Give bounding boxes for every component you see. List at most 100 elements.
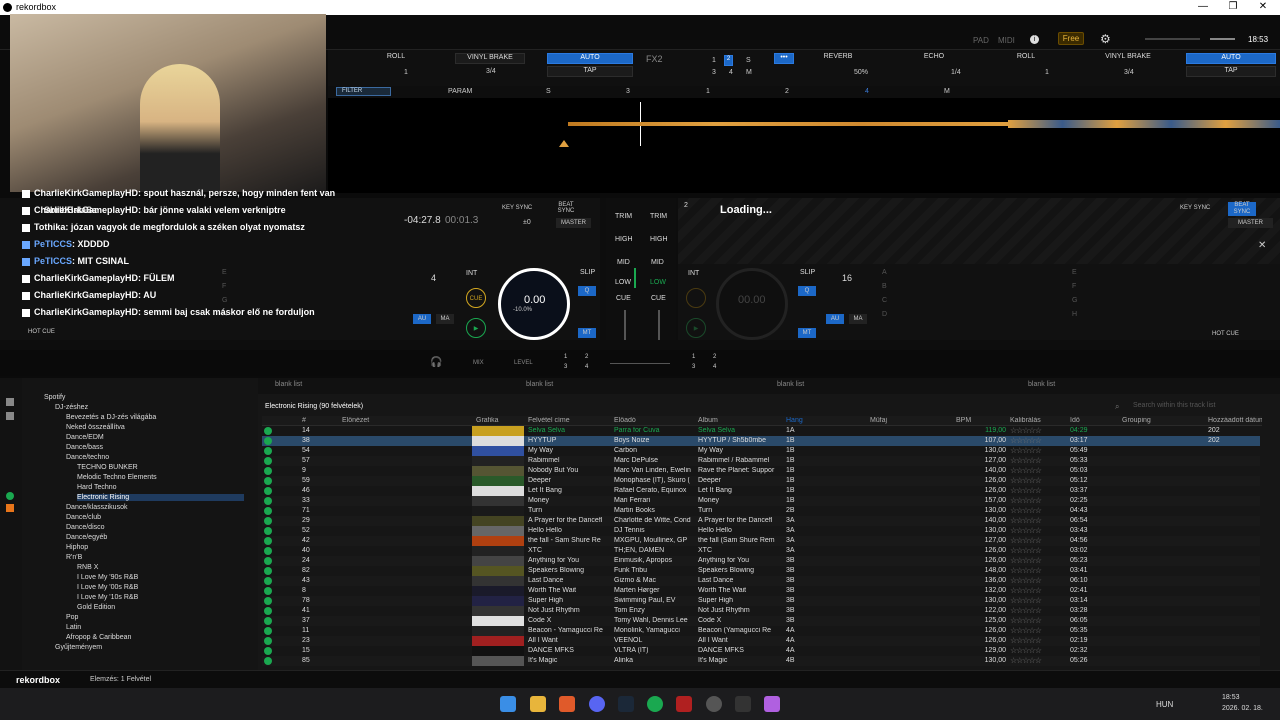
- discord-icon[interactable]: [589, 696, 605, 712]
- table-row[interactable]: 46 Let It Bang Rafael Cerato, Equinox Let I…: [262, 486, 1260, 496]
- tree-item[interactable]: DJ-zéshez: [55, 404, 88, 411]
- column-header[interactable]: Grouping: [1122, 417, 1202, 424]
- app-icon-2[interactable]: [735, 696, 751, 712]
- fx2-channel-m[interactable]: M: [746, 69, 752, 76]
- close-button[interactable]: ✕: [1248, 0, 1278, 15]
- pad-b[interactable]: B: [882, 283, 887, 290]
- deck2-hot-cue[interactable]: HOT CUE: [1212, 331, 1239, 337]
- rating-stars-icon[interactable]: ☆☆☆☆☆: [1010, 546, 1042, 555]
- rating-stars-icon[interactable]: ☆☆☆☆☆: [1010, 506, 1042, 515]
- fx2-channel-4[interactable]: 4: [729, 69, 733, 76]
- deck1-auto-button[interactable]: AU: [413, 314, 431, 324]
- column-header[interactable]: Előnézet: [342, 417, 402, 424]
- crossfader[interactable]: [610, 363, 670, 364]
- deck2-mt-button[interactable]: MT: [798, 328, 816, 338]
- preview-status-icon[interactable]: [264, 647, 272, 655]
- fx2-vinyl-brake[interactable]: VINYL BRAKE: [1093, 53, 1163, 60]
- ch3-sel-b[interactable]: 3: [692, 364, 695, 370]
- preview-status-icon[interactable]: [264, 587, 272, 595]
- table-row[interactable]: 29 A Prayer for the Dancefl Charlotte de W…: [262, 516, 1260, 526]
- deck1-master[interactable]: MASTER: [556, 218, 591, 228]
- table-row[interactable]: 40 XTC TH;EN, DAMEN XTC 3A 126,00 03:02 ☆☆☆☆☆: [262, 546, 1260, 556]
- column-header[interactable]: Műfaj: [870, 417, 950, 424]
- preview-status-icon[interactable]: [264, 597, 272, 605]
- fx2-reverb[interactable]: REVERB: [818, 53, 858, 60]
- column-header[interactable]: Kalibrálás: [1010, 417, 1068, 424]
- taskbar-time[interactable]: 18:53: [1222, 694, 1240, 701]
- table-row[interactable]: 54 My Way Carbon My Way 1B 130,00 05:49 ☆☆☆☆☆: [262, 446, 1260, 456]
- table-row[interactable]: 37 Code X Tomy Wahl, Dennis Lee Code X 3B 125…: [262, 616, 1260, 626]
- tree-item[interactable]: Dance/EDM: [66, 434, 104, 441]
- obs-icon[interactable]: [676, 696, 692, 712]
- table-row[interactable]: 9 Nobody But You Marc Van Linden, Ewelin Ra…: [262, 466, 1260, 476]
- fx2-channel-2[interactable]: 2: [724, 55, 733, 66]
- preview-status-icon[interactable]: [264, 517, 272, 525]
- table-row[interactable]: 42 the fall - Sam Shure Re MXGPU, Moulline…: [262, 536, 1260, 546]
- ch1-sel-b[interactable]: 1: [692, 354, 695, 360]
- table-row[interactable]: 23 All I Want VEENOL All I Want 4A 126,00 02:1…: [262, 636, 1260, 646]
- rating-stars-icon[interactable]: ☆☆☆☆☆: [1010, 536, 1042, 545]
- playlist-icon[interactable]: [6, 412, 14, 420]
- free-plan-badge[interactable]: Free: [1058, 32, 1084, 45]
- rating-stars-icon[interactable]: ☆☆☆☆☆: [1010, 436, 1042, 445]
- steam-icon[interactable]: [618, 696, 634, 712]
- rating-stars-icon[interactable]: ☆☆☆☆☆: [1010, 566, 1042, 575]
- fx1-roll-label[interactable]: ROLL: [376, 53, 416, 60]
- table-row[interactable]: 15 DANCE MFKS VLTRA (IT) DANCE MFKS 4A 129,00…: [262, 646, 1260, 656]
- preview-status-icon[interactable]: [264, 567, 272, 575]
- tree-item[interactable]: RNB X: [77, 564, 98, 571]
- deck2-play-button[interactable]: ▶: [686, 318, 706, 338]
- cue-1-label[interactable]: CUE: [616, 295, 631, 302]
- minimize-button[interactable]: —: [1188, 0, 1218, 15]
- deck1-play-button[interactable]: ▶: [466, 318, 486, 338]
- param-4[interactable]: 4: [865, 88, 869, 95]
- tree-item[interactable]: Gyűjteményem: [55, 644, 102, 651]
- table-row[interactable]: 8 Worth The Wait Marten Hørger Worth The Wa…: [262, 586, 1260, 596]
- fx1-tap-button[interactable]: TAP: [547, 66, 633, 77]
- settings-gear-icon[interactable]: ⚙: [1100, 32, 1111, 46]
- rekordbox-taskbar-icon[interactable]: [706, 696, 722, 712]
- rating-stars-icon[interactable]: ☆☆☆☆☆: [1010, 606, 1042, 615]
- preview-status-icon[interactable]: [264, 577, 272, 585]
- column-header[interactable]: Felvétel címe: [528, 417, 612, 424]
- rating-stars-icon[interactable]: ☆☆☆☆☆: [1010, 626, 1042, 635]
- deck2-int-dropdown[interactable]: INT: [688, 270, 699, 277]
- deck2-slip[interactable]: SLIP: [800, 269, 815, 276]
- start-icon[interactable]: [500, 696, 516, 712]
- preview-status-icon[interactable]: [264, 437, 272, 445]
- table-row[interactable]: 38 HYYTUP Boys Noize HYYTUP / Sh5b0mbe 1B 107…: [262, 436, 1260, 446]
- tree-item[interactable]: Electronic Rising: [77, 494, 244, 501]
- preview-status-icon[interactable]: [264, 507, 272, 515]
- tree-item[interactable]: Gold Edition: [77, 604, 115, 611]
- deck2-cue-button[interactable]: [686, 288, 706, 308]
- rating-stars-icon[interactable]: ☆☆☆☆☆: [1010, 586, 1042, 595]
- deck1-slip[interactable]: SLIP: [580, 269, 595, 276]
- pad-e[interactable]: E: [1072, 269, 1077, 276]
- deck2-auto-button[interactable]: AU: [826, 314, 844, 324]
- ch4-sel-b[interactable]: 4: [713, 364, 716, 370]
- collection-icon[interactable]: [6, 398, 14, 406]
- tree-item[interactable]: I Love My '00s R&B: [77, 584, 138, 591]
- fx2-auto-button[interactable]: AUTO: [1186, 53, 1276, 64]
- rating-stars-icon[interactable]: ☆☆☆☆☆: [1010, 476, 1042, 485]
- table-row[interactable]: 41 Not Just Rhythm Tom Enzy Not Just Rhythm…: [262, 606, 1260, 616]
- preview-status-icon[interactable]: [264, 557, 272, 565]
- tree-item[interactable]: Dance/techno: [66, 454, 109, 461]
- table-row[interactable]: 52 Hello Hello DJ Tennis Hello Hello 3A 130,0…: [262, 526, 1260, 536]
- deck1-quantize[interactable]: Q: [578, 286, 596, 296]
- tree-item[interactable]: Dance/klasszikusok: [66, 504, 127, 511]
- spotify-taskbar-icon[interactable]: [647, 696, 663, 712]
- headphones-icon[interactable]: 🎧: [430, 357, 442, 368]
- taskbar-date[interactable]: 2026. 02. 18.: [1222, 705, 1263, 712]
- deck1-key-sync[interactable]: KEY SYNC: [502, 205, 532, 211]
- tree-item[interactable]: Afropop & Caribbean: [66, 634, 131, 641]
- rating-stars-icon[interactable]: ☆☆☆☆☆: [1010, 526, 1042, 535]
- deck2-ma-button[interactable]: MA: [849, 314, 867, 324]
- deck1-beat-sync[interactable]: BEAT SYNC: [556, 202, 576, 214]
- waveform-display[interactable]: [328, 98, 1280, 193]
- pad-mode[interactable]: PAD: [973, 36, 989, 45]
- preview-status-icon[interactable]: [264, 657, 272, 665]
- table-row[interactable]: 43 Last Dance Gizmo & Mac Last Dance 3B 136,0…: [262, 576, 1260, 586]
- table-row[interactable]: 78 Super High Swimming Paul, EV Super High 3…: [262, 596, 1260, 606]
- param-1[interactable]: 1: [706, 88, 710, 95]
